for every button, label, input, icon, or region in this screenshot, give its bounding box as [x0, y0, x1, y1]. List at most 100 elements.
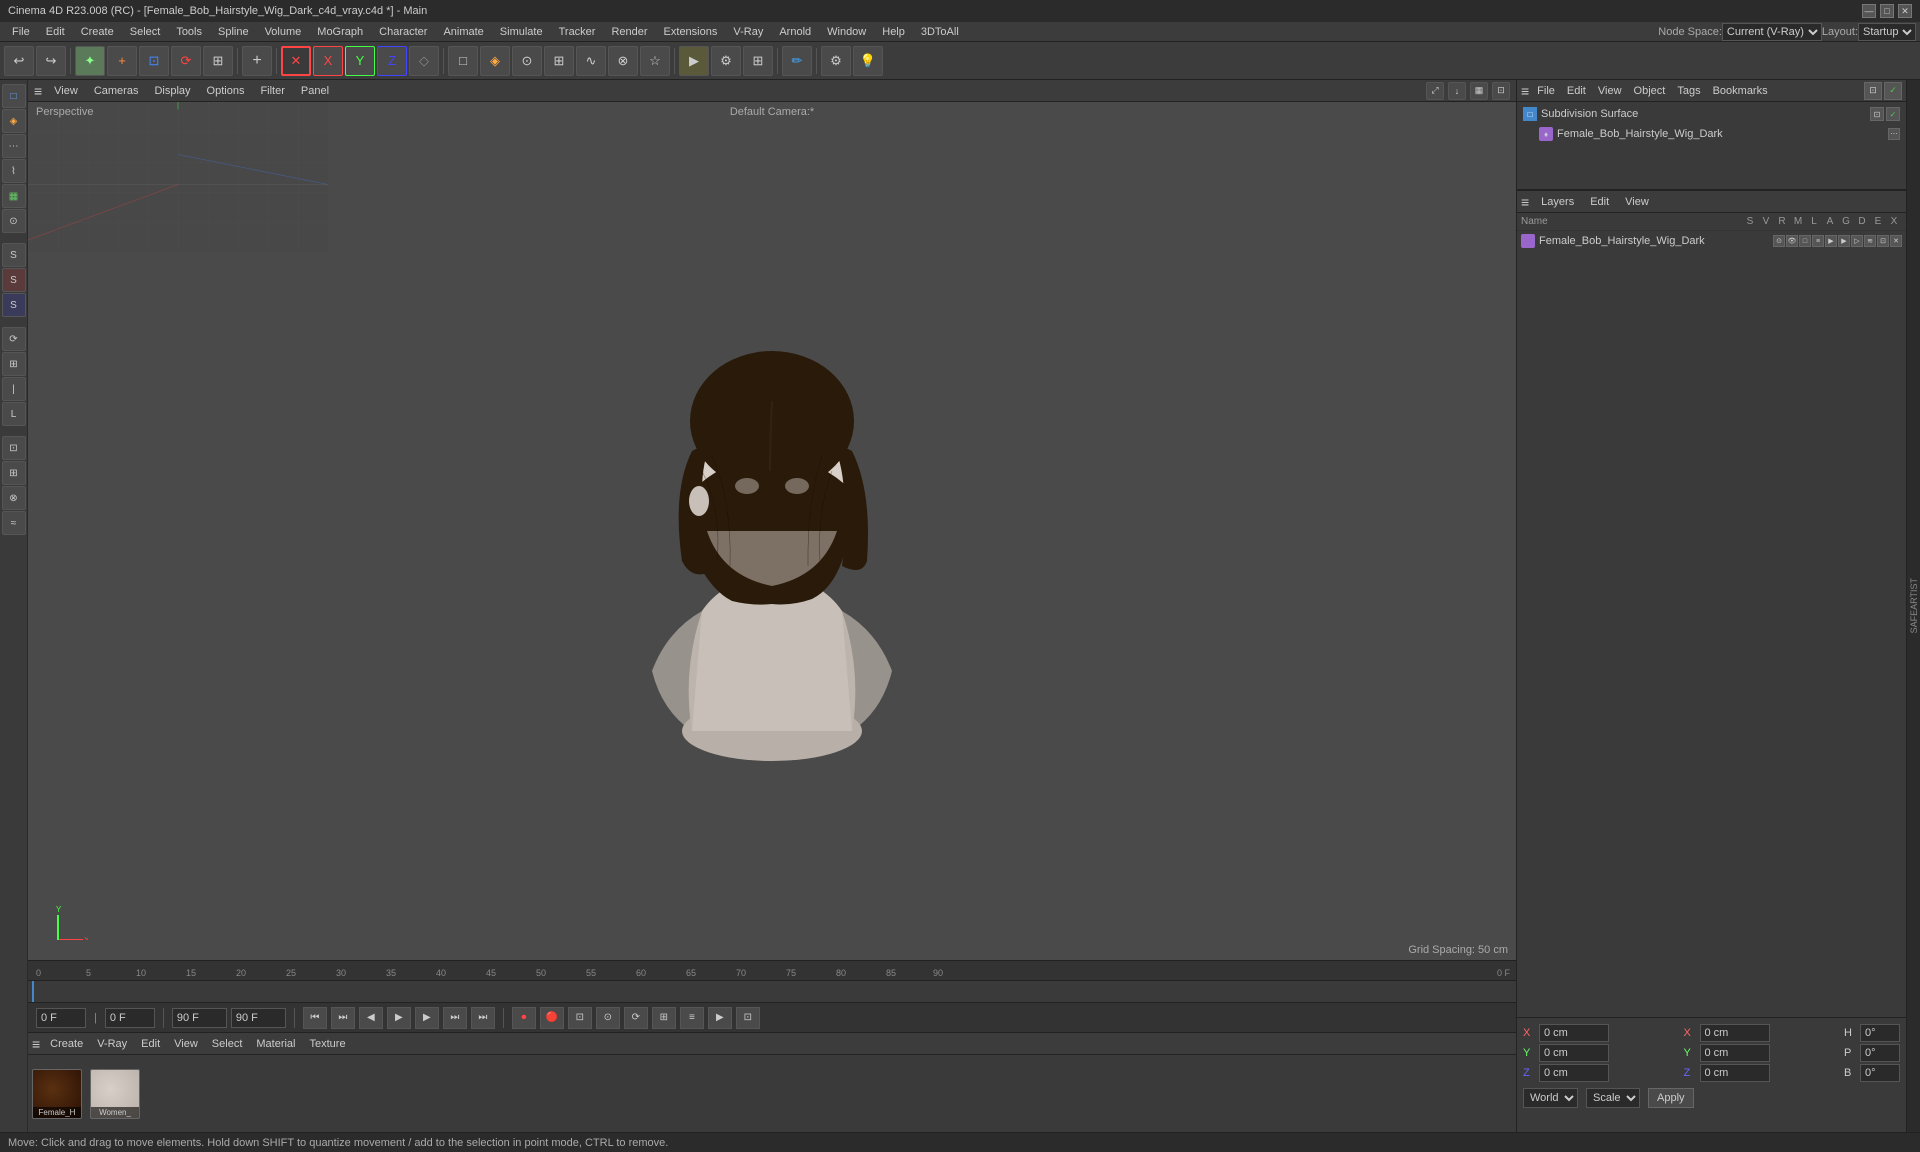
effector-tool[interactable]: ☆: [640, 46, 670, 76]
layout-select[interactable]: Startup: [1858, 23, 1916, 41]
obj-icon-2[interactable]: ✓: [1884, 82, 1902, 100]
menu-arnold[interactable]: Arnold: [771, 24, 819, 40]
tab-options[interactable]: Options: [203, 83, 249, 99]
field-tool[interactable]: ⊗: [608, 46, 638, 76]
obj-tab-object[interactable]: Object: [1630, 83, 1670, 99]
menu-animate[interactable]: Animate: [435, 24, 491, 40]
param-key-button[interactable]: ≡: [680, 1007, 704, 1029]
layers-view-tab[interactable]: View: [1621, 194, 1653, 210]
x-pos-input[interactable]: [1539, 1024, 1609, 1042]
menu-spline[interactable]: Spline: [210, 24, 257, 40]
tab-display[interactable]: Display: [150, 83, 194, 99]
subdiv-ctrl-1[interactable]: ⊡: [1870, 107, 1884, 121]
tab-cameras[interactable]: Cameras: [90, 83, 143, 99]
deform-tool[interactable]: ∿: [576, 46, 606, 76]
pla-key-button[interactable]: ⊡: [736, 1007, 760, 1029]
cancel-btn[interactable]: ✕: [281, 46, 311, 76]
material-women[interactable]: Women_: [90, 1069, 140, 1119]
tab-view[interactable]: View: [50, 83, 82, 99]
light-bulb[interactable]: 💡: [853, 46, 883, 76]
timeline-track[interactable]: [28, 981, 1516, 1002]
goto-end-button[interactable]: ⏭: [471, 1007, 495, 1029]
world-axis[interactable]: ◇: [409, 46, 439, 76]
paint-tool[interactable]: ✏: [782, 46, 812, 76]
viewport-ctrl-2[interactable]: ↓: [1448, 82, 1466, 100]
layer-row-1[interactable]: Female_Bob_Hairstyle_Wig_Dark ⊙ 👁 □ ≡ ▶ …: [1517, 231, 1906, 251]
scale-key-button[interactable]: ⊞: [652, 1007, 676, 1029]
hair-model-row[interactable]: ♦ Female_Bob_Hairstyle_Wig_Dark ⋯: [1519, 124, 1904, 144]
obj-tab-view[interactable]: View: [1594, 83, 1626, 99]
x-axis[interactable]: X: [313, 46, 343, 76]
layer-x[interactable]: ✕: [1890, 235, 1902, 247]
layer-lock[interactable]: ▶: [1825, 235, 1837, 247]
menu-edit[interactable]: Edit: [38, 24, 73, 40]
camera-tool[interactable]: ⊙: [512, 46, 542, 76]
mat-tab-view[interactable]: View: [170, 1036, 202, 1052]
layer-deform[interactable]: ≋: [1864, 235, 1876, 247]
material-female[interactable]: Female_H: [32, 1069, 82, 1119]
apply-button[interactable]: Apply: [1648, 1088, 1694, 1108]
y-pos-input[interactable]: [1539, 1044, 1609, 1062]
render-btn[interactable]: ▶: [679, 46, 709, 76]
menu-3dtoall[interactable]: 3DToAll: [913, 24, 967, 40]
spline-btn[interactable]: ≈: [2, 511, 26, 535]
tool5[interactable]: ⊞: [203, 46, 233, 76]
goto-start-button[interactable]: ⏮: [303, 1007, 327, 1029]
menu-file[interactable]: File: [4, 24, 38, 40]
scale-mode-select[interactable]: Scale: [1586, 1088, 1640, 1108]
play-button[interactable]: ▶: [387, 1007, 411, 1029]
viewport-ctrl-1[interactable]: ⤢: [1426, 82, 1444, 100]
window-controls[interactable]: — □ ✕: [1862, 4, 1912, 18]
mat-tab-material[interactable]: Material: [252, 1036, 299, 1052]
key-all-button[interactable]: ⊡: [568, 1007, 592, 1029]
next-frame-button[interactable]: ▶: [415, 1007, 439, 1029]
align-btn[interactable]: ⊡: [2, 436, 26, 460]
prev-frame-button[interactable]: ◀: [359, 1007, 383, 1029]
menu-character[interactable]: Character: [371, 24, 435, 40]
next-keyframe-button[interactable]: ⏭: [443, 1007, 467, 1029]
p-input[interactable]: [1860, 1044, 1900, 1062]
pos-key-button[interactable]: ⊙: [596, 1007, 620, 1029]
y-axis[interactable]: Y: [345, 46, 375, 76]
world-space-select[interactable]: World: [1523, 1088, 1578, 1108]
mat-tab-texture[interactable]: Texture: [306, 1036, 350, 1052]
viewport-menu-icon[interactable]: ≡: [34, 83, 42, 99]
auto-key-button[interactable]: 🔴: [540, 1007, 564, 1029]
subdivision-surface-row[interactable]: □ Subdivision Surface ⊡ ✓: [1519, 104, 1904, 124]
edge-mode[interactable]: ⌇: [2, 159, 26, 183]
current-frame-input[interactable]: [36, 1008, 86, 1028]
timeline-playhead[interactable]: [32, 981, 34, 1002]
minimize-button[interactable]: —: [1862, 4, 1876, 18]
end-frame-input[interactable]: [172, 1008, 227, 1028]
layers-edit-tab[interactable]: Edit: [1586, 194, 1613, 210]
menu-tools[interactable]: Tools: [168, 24, 210, 40]
point-mode[interactable]: ⋯: [2, 134, 26, 158]
layers-menu-icon[interactable]: ≡: [1521, 194, 1529, 210]
select-tool[interactable]: ✦: [75, 46, 105, 76]
new-obj[interactable]: +: [242, 46, 272, 76]
snap-btn[interactable]: ⊗: [2, 486, 26, 510]
menu-help[interactable]: Help: [874, 24, 913, 40]
viewport-ctrl-4[interactable]: ⊡: [1492, 82, 1510, 100]
nurbs-mode[interactable]: ⊙: [2, 209, 26, 233]
menu-create[interactable]: Create: [73, 24, 122, 40]
measure-btn[interactable]: L: [2, 402, 26, 426]
viewport-ctrl-3[interactable]: ▦: [1470, 82, 1488, 100]
mat-tab-select[interactable]: Select: [208, 1036, 247, 1052]
tool-s3[interactable]: S: [2, 293, 26, 317]
z-rot-input[interactable]: [1700, 1064, 1770, 1082]
start-frame-input[interactable]: [105, 1008, 155, 1028]
poly-mode[interactable]: ▦: [2, 184, 26, 208]
scale-tool[interactable]: ⊡: [139, 46, 169, 76]
material-menu-icon[interactable]: ≡: [32, 1036, 40, 1052]
layer-manager[interactable]: ≡: [1812, 235, 1824, 247]
menu-simulate[interactable]: Simulate: [492, 24, 551, 40]
close-button[interactable]: ✕: [1898, 4, 1912, 18]
obj-tab-tags[interactable]: Tags: [1673, 83, 1704, 99]
undo-button[interactable]: ↩: [4, 46, 34, 76]
menu-window[interactable]: Window: [819, 24, 874, 40]
render-settings[interactable]: ⚙: [711, 46, 741, 76]
mat-tab-create[interactable]: Create: [46, 1036, 87, 1052]
draw-btn[interactable]: |: [2, 377, 26, 401]
maximize-button[interactable]: □: [1880, 4, 1894, 18]
